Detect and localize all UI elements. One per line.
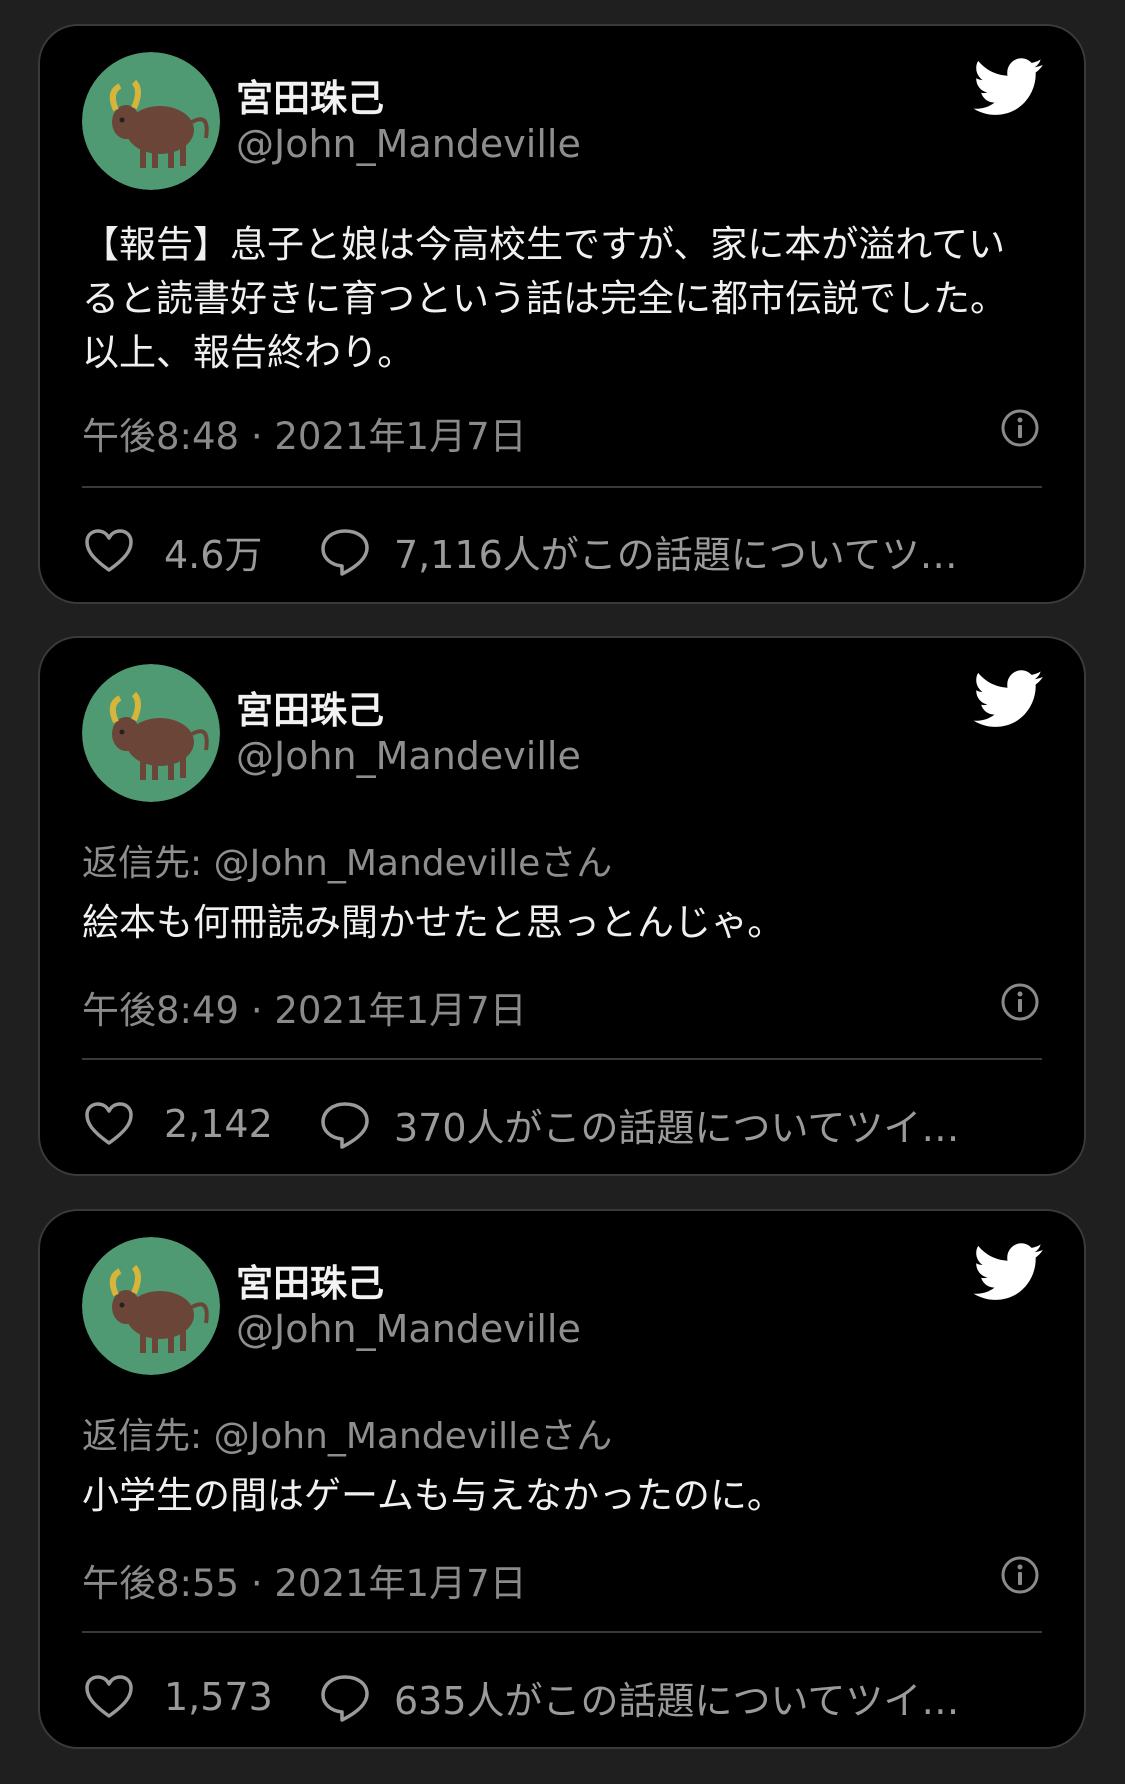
display-name[interactable]: 宮田珠己 <box>236 1253 384 1307</box>
avatar[interactable] <box>82 1237 220 1375</box>
heart-icon[interactable] <box>82 524 136 578</box>
tweet-card[interactable]: 宮田珠己 @John_Mandeville 返信先: @John_Mandevi… <box>38 636 1086 1176</box>
conversation-link[interactable]: 635人がこの話題についてツイ… <box>394 1670 959 1725</box>
user-handle[interactable]: @John_Mandeville <box>236 734 581 778</box>
tweet-card[interactable]: 宮田珠己 @John_Mandeville 返信先: @John_Mandevi… <box>38 1209 1086 1749</box>
display-name[interactable]: 宮田珠己 <box>236 68 384 122</box>
tweet-card[interactable]: 宮田珠己 @John_Mandeville 【報告】息子と娘は今高校生ですが、家… <box>38 24 1086 604</box>
like-count[interactable]: 2,142 <box>164 1102 284 1146</box>
avatar[interactable] <box>82 52 220 190</box>
tweet-actions: 2,142 370人がこの話題についてツイ… <box>82 1094 1042 1154</box>
tweet-timestamp[interactable]: 午後8:48 · 2021年1月7日 <box>82 406 527 460</box>
user-handle[interactable]: @John_Mandeville <box>236 1307 581 1351</box>
user-handle[interactable]: @John_Mandeville <box>236 122 581 166</box>
speech-bubble-icon[interactable] <box>318 1670 372 1724</box>
tweet-actions: 4.6万 7,116人がこの話題についてツイ… <box>82 521 1042 581</box>
divider <box>82 486 1042 488</box>
tweet-text: 【報告】息子と娘は今高校生ですが、家に本が溢れていると読書好きに育つという話は完… <box>82 223 1007 374</box>
like-count[interactable]: 1,573 <box>164 1675 284 1719</box>
reply-to-label[interactable]: 返信先: @John_Mandevilleさん <box>82 1407 612 1459</box>
tweet-text: 絵本も何冊読み聞かせたと思っとんじゃ。 <box>82 901 785 944</box>
heart-icon[interactable] <box>82 1670 136 1724</box>
conversation-link[interactable]: 370人がこの話題についてツイ… <box>394 1097 959 1152</box>
reply-to-label[interactable]: 返信先: @John_Mandevilleさん <box>82 834 612 886</box>
display-name[interactable]: 宮田珠己 <box>236 680 384 734</box>
page-top <box>0 0 1125 20</box>
speech-bubble-icon[interactable] <box>318 1097 372 1151</box>
twitter-bird-icon[interactable] <box>974 1243 1044 1301</box>
tweet-timestamp[interactable]: 午後8:55 · 2021年1月7日 <box>82 1553 527 1607</box>
avatar[interactable] <box>82 664 220 802</box>
divider <box>82 1058 1042 1060</box>
heart-icon[interactable] <box>82 1097 136 1151</box>
info-icon[interactable] <box>1000 408 1040 448</box>
info-icon[interactable] <box>1000 1555 1040 1595</box>
tweet-timestamp[interactable]: 午後8:49 · 2021年1月7日 <box>82 980 527 1034</box>
speech-bubble-icon[interactable] <box>318 524 372 578</box>
conversation-link[interactable]: 7,116人がこの話題についてツイ… <box>394 524 994 579</box>
like-count[interactable]: 4.6万 <box>164 524 284 579</box>
tweet-text: 小学生の間はゲームも与えなかったのに。 <box>82 1474 784 1517</box>
divider <box>82 1631 1042 1633</box>
twitter-bird-icon[interactable] <box>974 58 1044 116</box>
info-icon[interactable] <box>1000 982 1040 1022</box>
twitter-bird-icon[interactable] <box>974 670 1044 728</box>
tweet-actions: 1,573 635人がこの話題についてツイ… <box>82 1667 1042 1727</box>
